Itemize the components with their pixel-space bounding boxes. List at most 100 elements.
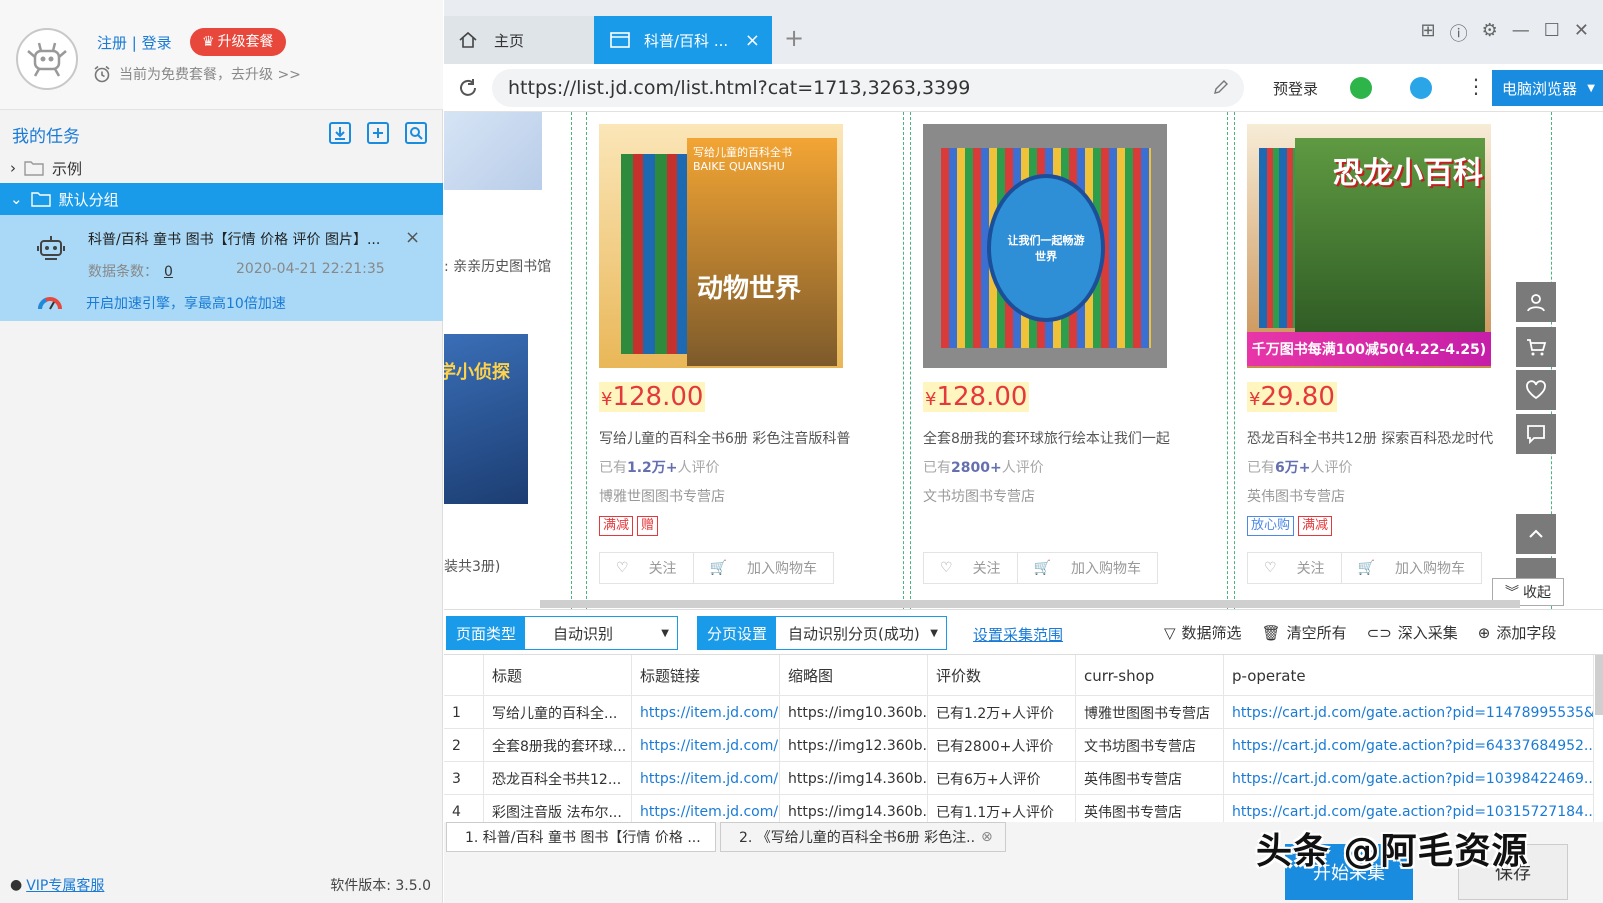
collapse-label: 收起 <box>1523 585 1551 601</box>
table-row[interactable]: 2 全套8册我的套环球... https://item.jd.com/... h… <box>444 729 1594 762</box>
cover-spines <box>1259 148 1299 328</box>
table-header-cell[interactable]: 标题链接 <box>632 655 780 696</box>
tab-home[interactable]: 主页 <box>444 16 594 64</box>
avatar[interactable] <box>16 28 78 90</box>
cart-icon: 🛒 <box>1357 560 1375 576</box>
side-nav-edit-icon[interactable] <box>1516 558 1556 578</box>
upgrade-button[interactable]: ♛ 升级套餐 <box>190 28 286 56</box>
register-link[interactable]: 注册 <box>97 34 127 52</box>
follow-button[interactable]: ♡ 关注 <box>600 553 693 583</box>
book-cover-partial-top[interactable] <box>444 112 542 190</box>
product-comments[interactable]: 已有6万+人评价 <box>1247 457 1352 477</box>
tab-label: 主页 <box>494 31 525 50</box>
product-comments[interactable]: 已有1.2万+人评价 <box>599 457 720 477</box>
speed-engine-link[interactable]: 开启加速引擎，享最高10倍加速 <box>86 293 286 313</box>
page-type-select[interactable]: 页面类型 自动识别 ▼ <box>446 616 678 650</box>
bottom-tab-1[interactable]: 1. 科普/百科 童书 图书【行情 价格 ... <box>446 822 716 852</box>
prelogin-button[interactable]: 预登录 <box>1273 78 1318 99</box>
paging-select[interactable]: 分页设置 自动识别分页(成功) ▼ <box>697 616 947 650</box>
extension-green-icon[interactable] <box>1350 77 1372 99</box>
filter-button[interactable]: ▽ 数据筛选 <box>1164 622 1242 643</box>
tree-group-example[interactable]: › 示例 <box>0 152 443 184</box>
table-row[interactable]: 4 彩图注音版 法布尔... https://item.jd.com/... h… <box>444 795 1594 822</box>
add-to-cart-button[interactable]: 🛒 加入购物车 <box>1016 553 1157 583</box>
product-image[interactable]: 让我们一起畅游世界 <box>923 124 1167 368</box>
side-nav-message-icon[interactable] <box>1516 414 1556 454</box>
close-circle-icon[interactable]: ⊗ <box>981 829 993 845</box>
product-title[interactable]: 写给儿童的百科全书6册 彩色注音版科普 <box>599 428 889 448</box>
table-header-cell[interactable]: 缩略图 <box>780 655 928 696</box>
app-root: 注册 | 登录 ♛ 升级套餐 当前为免费套餐，去升级 >> 我的任务 › 示例 … <box>0 0 1603 903</box>
add-to-cart-button[interactable]: 🛒 加入购物车 <box>1340 553 1481 583</box>
search-task-icon[interactable] <box>403 120 429 146</box>
follow-button[interactable]: ♡ 关注 <box>1248 553 1341 583</box>
cover-globe: 让我们一起畅游世界 <box>987 174 1105 322</box>
horizontal-scrollbar[interactable] <box>540 600 1520 608</box>
import-task-icon[interactable] <box>327 120 353 146</box>
table-row[interactable]: 1 写给儿童的百科全... https://item.jd.com/... ht… <box>444 696 1594 729</box>
new-tab-icon[interactable]: + <box>784 24 804 52</box>
product-image[interactable]: 恐龙小百科 千万图书每满100减50(4.22-4.25) <box>1247 124 1491 368</box>
pc-browser-dropdown[interactable]: 电脑浏览器 ▼ <box>1492 70 1603 106</box>
add-field-button[interactable]: ⊕ 添加字段 <box>1478 622 1557 643</box>
product-shop[interactable]: 博雅世图图书专营店 <box>599 486 725 506</box>
close-icon[interactable]: × <box>405 227 420 248</box>
task-count-value[interactable]: 0 <box>164 264 173 280</box>
clear-all-button[interactable]: 🗑 清空所有 <box>1262 622 1347 643</box>
close-window-icon[interactable]: ✕ <box>1574 20 1589 46</box>
tree-group-default[interactable]: ⌄ 默认分组 <box>0 183 443 215</box>
vertical-scrollbar[interactable] <box>1595 655 1603 715</box>
vip-service-link[interactable]: VIP专属客服 <box>26 875 104 895</box>
edit-pen-icon[interactable] <box>1212 78 1230 101</box>
cover-box: 让我们一起畅游世界 <box>941 148 1151 348</box>
product-title[interactable]: 全套8册我的套环球旅行绘本让我们一起 <box>923 428 1213 448</box>
login-link[interactable]: 登录 <box>142 34 172 52</box>
product-shop[interactable]: 文书坊图书专营店 <box>923 486 1035 506</box>
maximize-icon[interactable]: ☐ <box>1544 20 1560 46</box>
task-item[interactable]: 科普/百科 童书 图书【行情 价格 评价 图片】... × 数据条数： 0 202… <box>0 215 443 321</box>
gear-icon[interactable]: ⚙ <box>1482 20 1498 46</box>
watermark-text: 头条 @阿毛资源 <box>1256 831 1529 872</box>
table-header-cell[interactable]: 评价数 <box>928 655 1076 696</box>
left-shop[interactable]: : 亲亲历史图书馆 <box>444 256 551 276</box>
plan-info[interactable]: 当前为免费套餐，去升级 >> <box>93 64 301 84</box>
product-shop[interactable]: 英伟图书专营店 <box>1247 486 1345 506</box>
auth-separator: | <box>131 34 137 52</box>
partial-product-column: : 亲亲历史图书馆 学小侦探 装共3册) <box>444 112 572 609</box>
side-nav-heart-icon[interactable] <box>1516 370 1556 410</box>
minimize-icon[interactable]: — <box>1512 20 1530 46</box>
cover-pinyin: BAIKE QUANSHU <box>693 160 785 173</box>
new-task-icon[interactable] <box>365 120 391 146</box>
product-title[interactable]: 恐龙百科全书共12册 探索百科恐龙时代 <box>1247 428 1537 448</box>
tree-group-label: 示例 <box>52 159 83 178</box>
table-header-cell[interactable]: 标题 <box>484 655 632 696</box>
table-header-cell[interactable]: p-operate <box>1224 655 1594 696</box>
table-row[interactable]: 3 恐龙百科全书共12... https://item.jd.com/... h… <box>444 762 1594 795</box>
url-input[interactable]: https://list.jd.com/list.html?cat=1713,3… <box>492 69 1244 107</box>
reload-icon[interactable] <box>456 76 480 104</box>
side-nav-cart-icon[interactable] <box>1516 327 1556 367</box>
side-nav-top-icon[interactable] <box>1516 514 1556 554</box>
side-nav-user-icon[interactable] <box>1516 282 1556 322</box>
book-cover-partial-bottom[interactable]: 学小侦探 <box>444 334 528 504</box>
more-vertical-icon[interactable]: ⋮ <box>1466 74 1486 98</box>
gift-icon[interactable]: ⊞ <box>1421 20 1436 46</box>
cover-title: 让我们一起畅游世界 <box>1007 234 1085 263</box>
left-note: 装共3册) <box>444 559 501 575</box>
product-comments[interactable]: 已有2800+人评价 <box>923 457 1044 477</box>
help-icon[interactable]: ⓘ <box>1450 20 1468 46</box>
version-text: 软件版本: 3.5.0 <box>330 877 431 894</box>
deep-collect-button[interactable]: ⊂⊃ 深入采集 <box>1367 622 1458 643</box>
folder-icon <box>24 161 44 176</box>
tab-active[interactable]: 科普/百科 ... × <box>594 16 772 64</box>
product-image[interactable]: 写给儿童的百科全书 BAIKE QUANSHU 动物世界 <box>599 124 843 368</box>
promo-banner: 千万图书每满100减50(4.22-4.25) <box>1247 332 1491 366</box>
set-range-link[interactable]: 设置采集范围 <box>973 624 1063 645</box>
auth-links: 注册 | 登录 <box>97 32 172 53</box>
close-tab-icon[interactable]: × <box>745 30 760 51</box>
follow-button[interactable]: ♡ 关注 <box>924 553 1017 583</box>
extension-blue-icon[interactable] <box>1410 77 1432 99</box>
table-header-cell[interactable]: curr-shop <box>1076 655 1224 696</box>
bottom-tab-2[interactable]: 2. 《写给儿童的百科全书6册 彩色注... ⊗ <box>720 822 1006 852</box>
add-to-cart-button[interactable]: 🛒 加入购物车 <box>692 553 833 583</box>
